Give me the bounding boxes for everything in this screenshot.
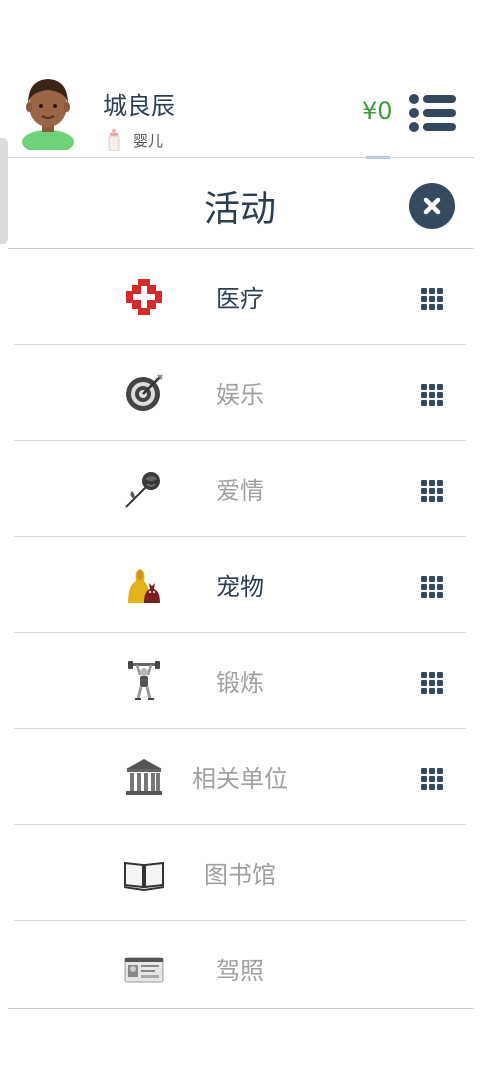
activity-label: 宠物 <box>216 573 264 601</box>
panel-title: 活动 <box>203 189 276 230</box>
activity-label: 锻炼 <box>216 669 264 697</box>
activity-label: 爱情 <box>216 477 264 505</box>
activity-item-driver-license[interactable]: 驾照 <box>14 922 466 1017</box>
divider <box>14 824 466 825</box>
activity-label: 娱乐 <box>216 381 264 409</box>
list-menu-icon[interactable] <box>408 94 456 132</box>
activity-label: 相关单位 <box>192 765 288 793</box>
activity-item-exercise[interactable]: 锻炼 <box>14 634 466 729</box>
divider <box>14 920 466 921</box>
activity-item-medical[interactable]: 医疗 <box>14 250 466 345</box>
character-name: 城良辰 <box>103 92 175 120</box>
close-icon <box>423 197 441 215</box>
life-stage-label: 婴儿 <box>133 131 164 150</box>
divider <box>8 157 474 158</box>
close-button[interactable] <box>409 183 455 229</box>
divider <box>14 344 466 345</box>
grid-icon[interactable] <box>421 480 443 502</box>
activity-item-pets[interactable]: 宠物 <box>14 538 466 633</box>
activity-item-library[interactable]: 图书馆 <box>14 826 466 921</box>
money-balance: ¥0 <box>362 97 393 125</box>
divider <box>8 1008 474 1009</box>
top-bar: 城良辰 婴儿 ¥0 <box>0 0 480 159</box>
avatar[interactable] <box>20 76 76 150</box>
activity-item-love[interactable]: 爱情 <box>14 442 466 537</box>
divider <box>14 440 466 441</box>
activity-label: 驾照 <box>216 957 264 985</box>
activity-label: 图书馆 <box>204 861 276 889</box>
divider <box>14 728 466 729</box>
divider <box>8 248 474 249</box>
baby-bottle-icon <box>108 129 120 151</box>
divider <box>14 632 466 633</box>
screen: 城良辰 婴儿 ¥0 活动 医疗 娱乐 爱情 宠物 锻炼 相关单位 图书馆 驾照 <box>0 0 480 1073</box>
grid-icon[interactable] <box>421 768 443 790</box>
activity-item-entertainment[interactable]: 娱乐 <box>14 346 466 441</box>
activity-label: 医疗 <box>216 285 264 313</box>
divider <box>14 536 466 537</box>
life-stage: 婴儿 <box>107 128 163 152</box>
grid-icon[interactable] <box>421 672 443 694</box>
grid-icon[interactable] <box>421 288 443 310</box>
grid-icon[interactable] <box>421 384 443 406</box>
grid-icon[interactable] <box>421 576 443 598</box>
activity-item-agencies[interactable]: 相关单位 <box>14 730 466 825</box>
